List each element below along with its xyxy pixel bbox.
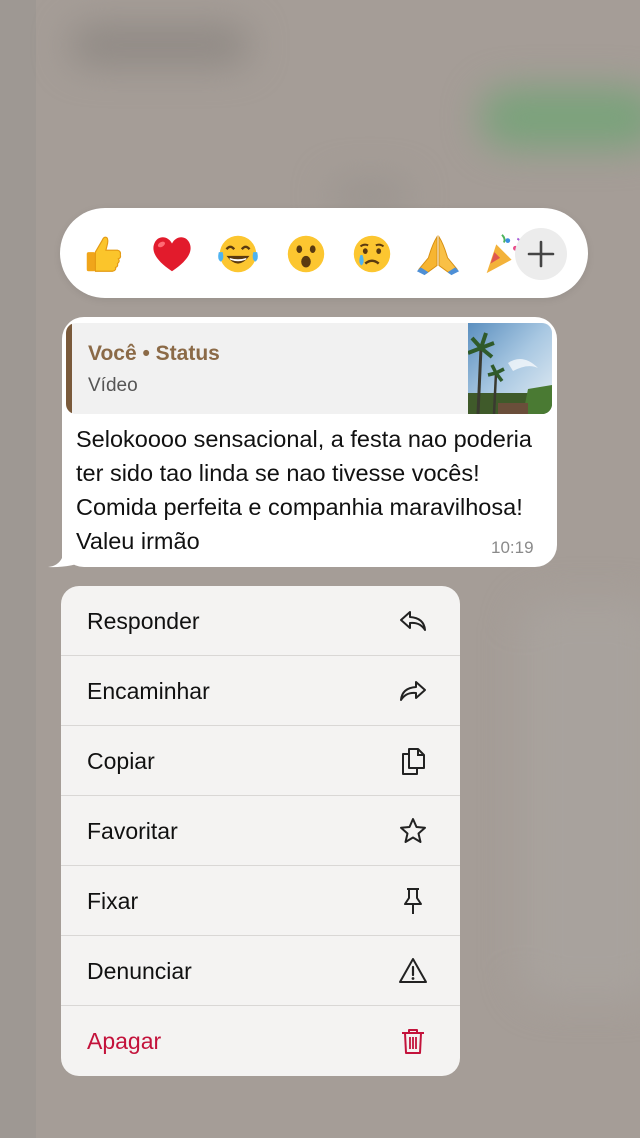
- red-heart-icon[interactable]: [148, 230, 196, 278]
- copy-icon: [397, 745, 429, 777]
- warning-icon: [397, 955, 429, 987]
- quote-subtitle: Vídeo: [88, 375, 138, 396]
- surprised-face-icon[interactable]: [282, 230, 330, 278]
- background-blur: [480, 88, 640, 148]
- status-thumbnail: [468, 323, 552, 414]
- menu-item-label: Apagar: [87, 1027, 162, 1054]
- background-strip: [0, 0, 36, 1138]
- menu-item-label: Copiar: [87, 747, 155, 774]
- menu-item-label: Favoritar: [87, 817, 178, 844]
- quoted-status[interactable]: Você • Status Vídeo: [66, 323, 552, 414]
- menu-item-forward[interactable]: Encaminhar: [61, 656, 460, 726]
- message-time: 10:19: [491, 538, 534, 557]
- menu-item-label: Fixar: [87, 887, 139, 914]
- plus-icon[interactable]: [515, 228, 567, 280]
- message-text: Selokoooo sensacional, a festa nao poder…: [76, 426, 532, 554]
- menu-item-favorite[interactable]: Favoritar: [61, 796, 460, 866]
- menu-item-label: Encaminhar: [87, 677, 210, 704]
- menu-item-report[interactable]: Denunciar: [61, 936, 460, 1006]
- menu-item-label: Responder: [87, 607, 200, 634]
- menu-item-pin[interactable]: Fixar: [61, 866, 460, 936]
- reaction-bar: [60, 208, 588, 298]
- menu-item-reply[interactable]: Responder: [61, 586, 460, 656]
- background-blur: [330, 180, 410, 210]
- tears-of-joy-icon[interactable]: [214, 230, 262, 278]
- crying-face-icon[interactable]: [348, 230, 396, 278]
- forward-icon: [397, 675, 429, 707]
- quote-accent-bar: [66, 323, 72, 414]
- background-blur: [520, 600, 640, 1000]
- trash-icon: [397, 1025, 429, 1057]
- menu-item-delete[interactable]: Apagar: [61, 1006, 460, 1076]
- reply-icon: [397, 605, 429, 637]
- thumbs-up-icon[interactable]: [80, 230, 128, 278]
- star-icon: [397, 815, 429, 847]
- context-menu: Responder Encaminhar Copiar Favoritar Fi…: [61, 586, 460, 1076]
- menu-item-copy[interactable]: Copiar: [61, 726, 460, 796]
- pin-icon: [397, 885, 429, 917]
- folded-hands-icon[interactable]: [414, 230, 462, 278]
- menu-item-label: Denunciar: [87, 957, 192, 984]
- background-blur: [70, 25, 250, 65]
- quote-title: Você • Status: [88, 342, 220, 365]
